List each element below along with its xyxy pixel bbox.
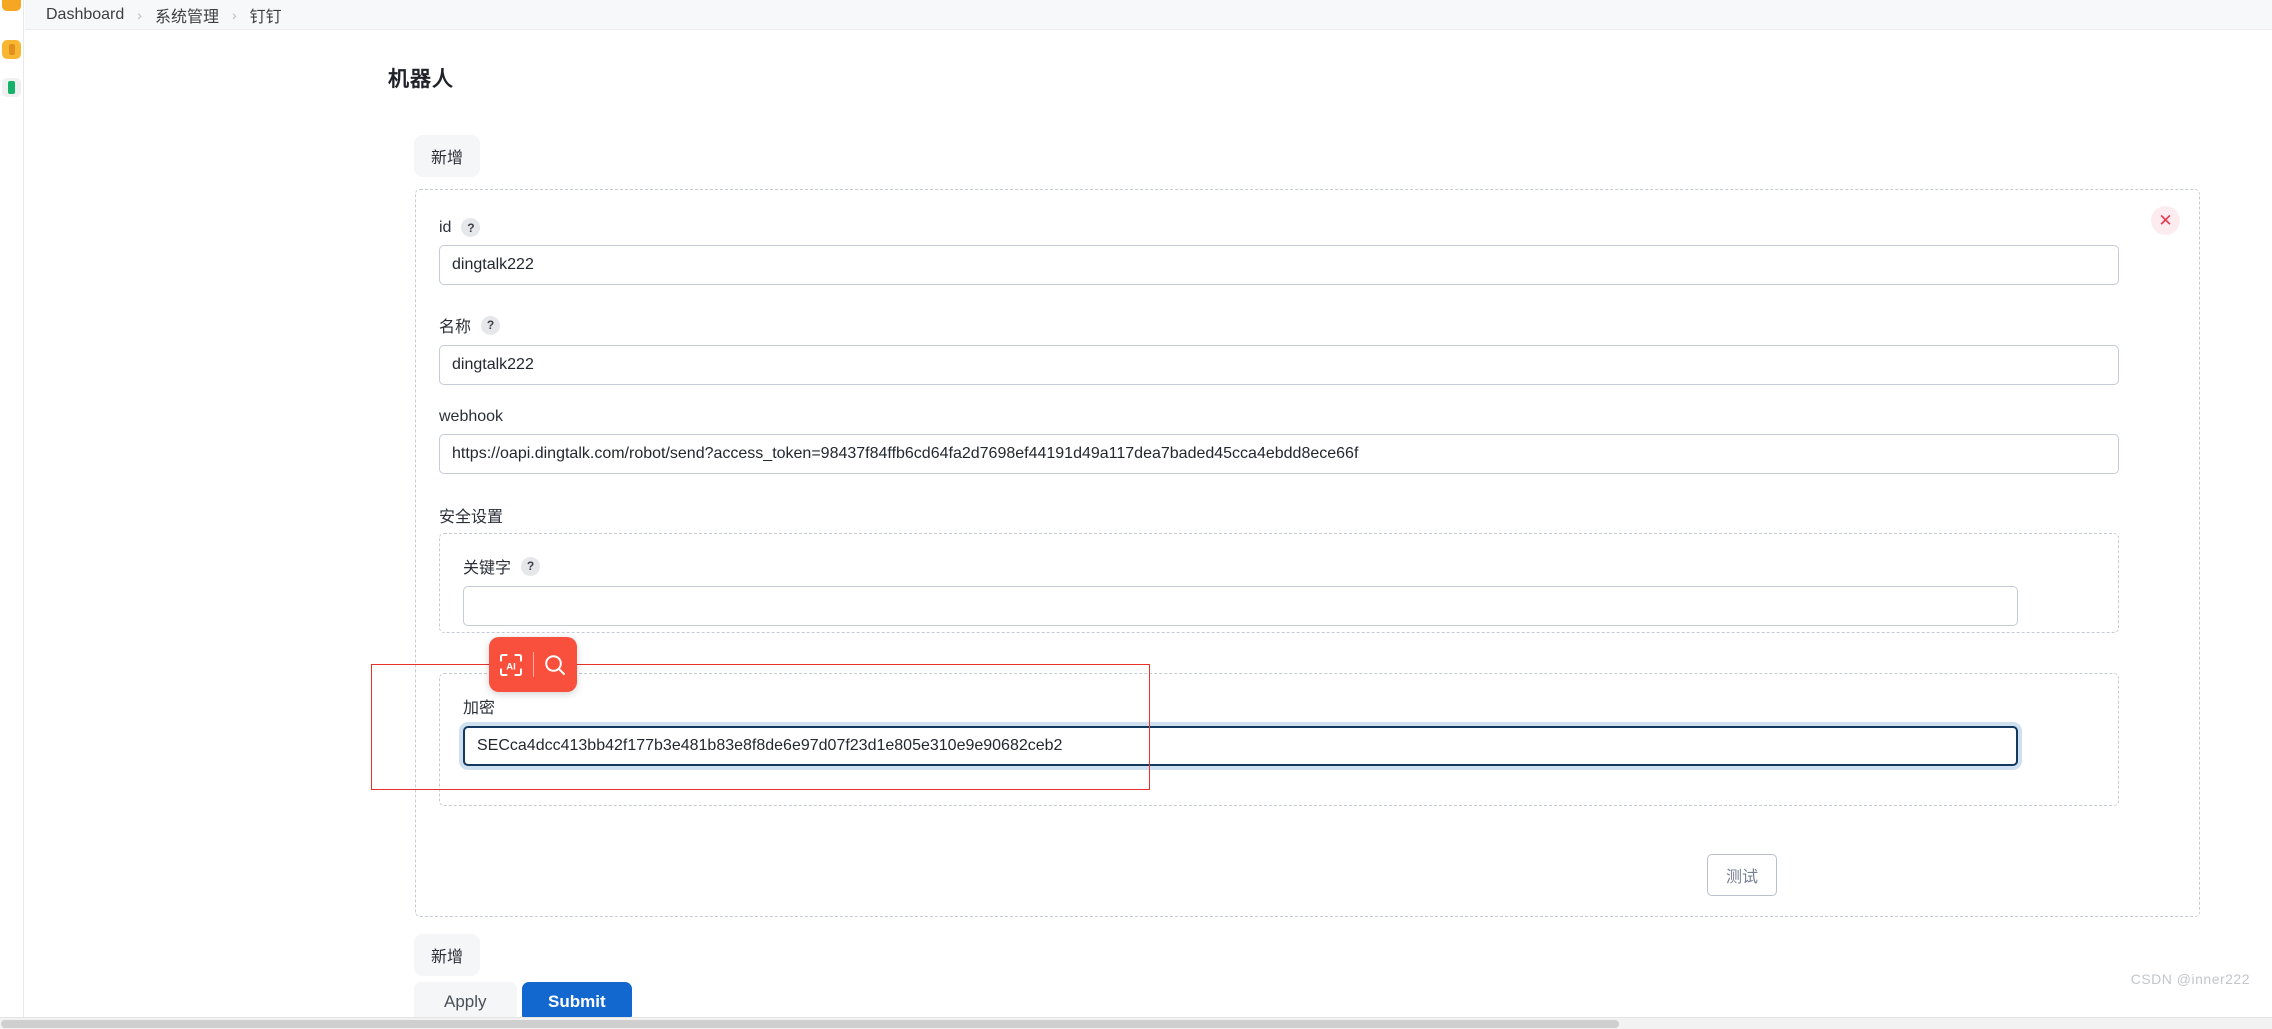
- field-id: id ?: [439, 218, 2119, 285]
- keyword-input[interactable]: [463, 586, 2018, 626]
- breadcrumb-separator-icon: ›: [137, 6, 142, 23]
- field-webhook: webhook: [439, 408, 2119, 474]
- search-icon[interactable]: [539, 648, 572, 681]
- field-keyword-label: 关键字: [463, 560, 512, 577]
- encrypt-input[interactable]: [463, 726, 2018, 766]
- field-keyword: 关键字 ?: [463, 554, 2018, 626]
- field-keyword-label-row: 关键字 ?: [463, 554, 2018, 578]
- field-webhook-label-row: webhook: [439, 408, 2119, 426]
- encrypt-group: 加密: [439, 673, 2119, 806]
- extension-icon-orange[interactable]: [2, 40, 21, 59]
- breadcrumb-separator-icon: ›: [231, 6, 237, 23]
- help-icon[interactable]: ?: [461, 218, 481, 237]
- breadcrumb-item-dingtalk[interactable]: 钉钉: [250, 3, 282, 27]
- extension-icon-partial[interactable]: [2, 0, 21, 11]
- field-name: 名称 ?: [439, 313, 2119, 385]
- add-record-button-bottom[interactable]: 新增: [414, 934, 481, 976]
- field-encrypt: 加密: [463, 694, 2018, 766]
- help-icon[interactable]: ?: [521, 556, 541, 576]
- horizontal-scrollbar-thumb[interactable]: [1, 1020, 1619, 1028]
- id-input[interactable]: [439, 245, 2119, 285]
- horizontal-scrollbar[interactable]: [0, 1017, 2272, 1029]
- ai-scan-icon[interactable]: AI: [495, 648, 528, 681]
- submit-button[interactable]: Submit: [522, 982, 632, 1022]
- extension-icon-green[interactable]: [2, 78, 21, 97]
- breadcrumb-item-dashboard[interactable]: Dashboard: [46, 6, 124, 24]
- field-security-settings: 安全设置: [439, 503, 503, 527]
- breadcrumb: Dashboard › 系统管理 › 钉钉: [25, 0, 2272, 30]
- field-id-label-row: id ?: [439, 218, 2119, 237]
- name-input[interactable]: [439, 345, 2119, 385]
- help-icon[interactable]: ?: [481, 315, 501, 335]
- test-button[interactable]: 测试: [1707, 854, 1778, 896]
- record-form-panel: ✕ id ? 名称 ? webhook 安全设置: [415, 189, 2200, 917]
- apply-button[interactable]: Apply: [414, 982, 517, 1022]
- browser-extension-rail: [0, 0, 24, 1029]
- webhook-input[interactable]: [439, 434, 2119, 474]
- floating-ai-toolbar[interactable]: AI: [489, 637, 577, 692]
- field-encrypt-label-row: 加密: [463, 694, 2018, 718]
- field-id-label: id: [439, 218, 452, 236]
- breadcrumb-item-system-management[interactable]: 系统管理: [155, 3, 219, 27]
- page-title: 机器人: [388, 68, 454, 91]
- add-record-button-top[interactable]: 新增: [414, 135, 481, 177]
- close-icon[interactable]: ✕: [2151, 206, 2180, 235]
- field-encrypt-label: 加密: [463, 700, 496, 717]
- field-name-label: 名称: [439, 319, 472, 336]
- field-name-label-row: 名称 ?: [439, 313, 2119, 337]
- keyword-group: 关键字 ?: [439, 533, 2119, 633]
- watermark: CSDN @inner222: [2130, 971, 2250, 987]
- svg-text:AI: AI: [506, 661, 516, 672]
- field-webhook-label: webhook: [439, 408, 504, 425]
- page-body: 机器人 新增 ✕ id ? 名称 ? webhook: [25, 31, 2272, 1022]
- security-settings-label: 安全设置: [439, 509, 504, 526]
- toolbar-divider: [532, 652, 534, 677]
